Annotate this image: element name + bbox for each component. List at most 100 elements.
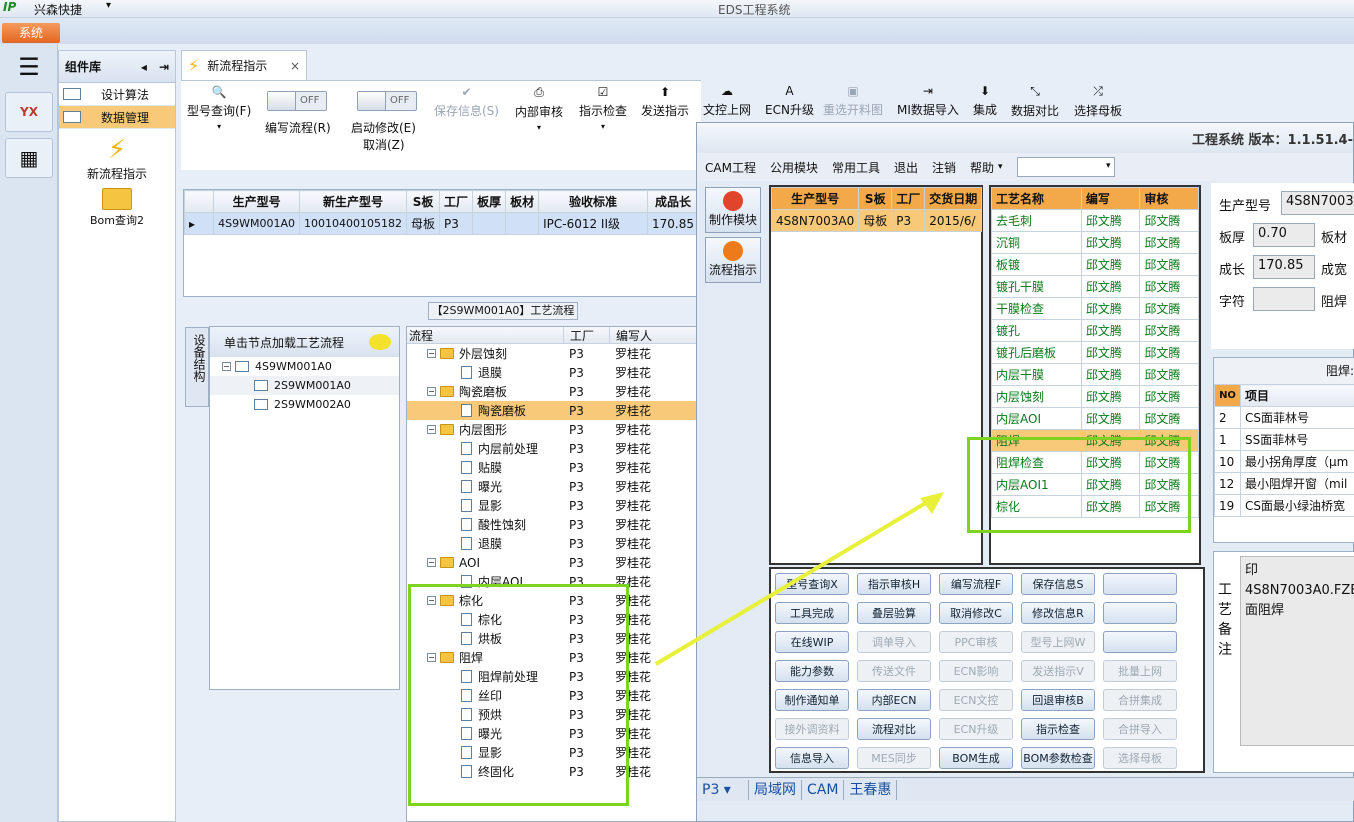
table-row[interactable]: 内层AOI 邱文腾 邱文腾: [991, 407, 1199, 430]
cell[interactable]: 邱文腾: [1139, 385, 1199, 408]
make-module-button[interactable]: 制作模块: [705, 187, 761, 233]
cell[interactable]: 沉铜: [991, 231, 1082, 254]
action-button[interactable]: 批量上网: [1103, 660, 1177, 682]
col-header[interactable]: 项目: [1240, 384, 1354, 407]
cell[interactable]: 10010400105182: [299, 212, 408, 235]
cell[interactable]: 邱文腾: [1080, 209, 1141, 232]
save-info-button[interactable]: ✔ 保存信息(S): [434, 85, 499, 119]
char-field[interactable]: [1253, 287, 1315, 311]
action-button[interactable]: ECN升级: [939, 718, 1013, 740]
col-header[interactable]: S板: [406, 190, 441, 213]
col-header[interactable]: 工厂: [439, 190, 474, 213]
collapse-left-icon[interactable]: ◂: [141, 60, 147, 74]
cell[interactable]: 邱文腾: [1139, 363, 1199, 386]
col-header[interactable]: 审核: [1139, 187, 1199, 210]
edit-flow-toggle[interactable]: OFF: [267, 91, 327, 111]
action-button[interactable]: 制作通知单: [775, 689, 849, 711]
flow-row[interactable]: − 内层图形 P3 罗桂花: [407, 420, 701, 439]
collapse-icon[interactable]: −: [222, 362, 231, 371]
cell[interactable]: 干膜检查: [991, 297, 1082, 320]
action-button[interactable]: [1103, 631, 1177, 653]
cell[interactable]: 邱文腾: [1080, 319, 1141, 342]
new-flow-shortcut[interactable]: ⚡ 新流程指示: [59, 135, 175, 182]
cell[interactable]: [472, 212, 507, 235]
cell[interactable]: 邱文腾: [1080, 407, 1141, 430]
table-row[interactable]: 内层蚀刻 邱文腾 邱文腾: [991, 385, 1199, 408]
cell[interactable]: 4S8N7003A0: [770, 209, 860, 232]
table-row[interactable]: 干膜检查 邱文腾 邱文腾: [991, 297, 1199, 320]
action-button[interactable]: ECN影响: [939, 660, 1013, 682]
table-row[interactable]: 2 CS面菲林号: [1214, 406, 1354, 429]
action-button[interactable]: 发送指示V: [1021, 660, 1095, 682]
design-algorithm-item[interactable]: 设计算法: [59, 83, 175, 106]
col-header[interactable]: 工厂: [891, 187, 926, 210]
action-button[interactable]: PPC审核: [939, 631, 1013, 653]
length-field[interactable]: 170.85: [1253, 255, 1315, 279]
cell[interactable]: 邱文腾: [1139, 231, 1199, 254]
data-compare-button[interactable]: ⤡ 数据对比: [1011, 84, 1059, 119]
table-row[interactable]: 内层干膜 邱文腾 邱文腾: [991, 363, 1199, 386]
data-management-item[interactable]: 数据管理: [59, 106, 175, 129]
col-header[interactable]: 验收标准: [538, 190, 648, 213]
table-row[interactable]: 19 CS面最小绿油桥宽: [1214, 494, 1354, 517]
cell[interactable]: 去毛刺: [991, 209, 1082, 232]
cell[interactable]: 邱文腾: [1139, 209, 1199, 232]
menu-public[interactable]: 公用模块: [770, 159, 818, 176]
remark-text[interactable]: 印 4S8N7003A0.FZB 面阻焊: [1240, 556, 1354, 746]
cell[interactable]: 4S9WM001A0: [213, 212, 301, 235]
action-button[interactable]: BOM参数检查: [1021, 747, 1095, 769]
col-header[interactable]: 生产型号: [213, 190, 301, 213]
flow-instruction-button[interactable]: 流程指示: [705, 237, 761, 283]
thickness-field[interactable]: 0.70: [1253, 223, 1315, 247]
cell[interactable]: 邱文腾: [1080, 253, 1141, 276]
chevron-down-icon[interactable]: ▾: [998, 162, 1003, 172]
internal-review-button[interactable]: ⎙ 内部审核 ▾: [515, 85, 563, 132]
pin-icon[interactable]: ⇥: [159, 60, 169, 74]
doc-upload-button[interactable]: ☁ 文控上网: [703, 84, 751, 118]
cell[interactable]: 170.85: [647, 212, 699, 235]
select-motherboard-button[interactable]: ⤮ 选择母板: [1074, 84, 1122, 119]
collapse-icon[interactable]: −: [427, 425, 436, 434]
action-button[interactable]: 型号上网W: [1021, 631, 1095, 653]
model-field[interactable]: 4S8N7003A: [1281, 191, 1354, 215]
flow-row[interactable]: − 外层蚀刻 P3 罗桂花: [407, 344, 701, 363]
col-header[interactable]: 工厂: [563, 327, 609, 343]
instruction-check-button[interactable]: ☑ 指示检查 ▾: [579, 85, 627, 131]
table-row[interactable]: 1 SS面菲林号: [1214, 428, 1354, 451]
table-row[interactable]: 镀孔后磨板 邱文腾 邱文腾: [991, 341, 1199, 364]
comment-icon[interactable]: [369, 334, 391, 350]
cell[interactable]: 镀孔: [991, 319, 1082, 342]
col-header[interactable]: 编写人: [609, 327, 689, 343]
cell[interactable]: 内层蚀刻: [991, 385, 1082, 408]
cell[interactable]: 内层AOI: [991, 407, 1082, 430]
action-button[interactable]: BOM生成: [939, 747, 1013, 769]
cell[interactable]: 母板: [406, 212, 441, 235]
flow-row[interactable]: 退膜 P3 罗桂花: [407, 363, 701, 382]
cell[interactable]: IPC-6012 II级: [538, 212, 648, 235]
menu-logout[interactable]: 注销: [932, 159, 956, 176]
table-row[interactable]: 10 最小拐角厚度（μm: [1214, 450, 1354, 473]
cell[interactable]: [505, 212, 540, 235]
model-query-button[interactable]: 🔍 型号查询(F) ▾: [187, 85, 251, 131]
cell[interactable]: 2015/6/: [924, 209, 983, 232]
col-header[interactable]: 生产型号: [770, 187, 860, 210]
mi-import-button[interactable]: ⇥ MI数据导入: [897, 84, 959, 118]
cell[interactable]: 邱文腾: [1080, 363, 1141, 386]
send-instruction-button[interactable]: ⬆ 发送指示: [641, 85, 689, 119]
cell[interactable]: 邱文腾: [1080, 297, 1141, 320]
bom-query-shortcut[interactable]: Bom查询2: [59, 188, 175, 228]
col-header[interactable]: 板材: [505, 190, 540, 213]
cell[interactable]: 内层干膜: [991, 363, 1082, 386]
cancel-label[interactable]: 取消(Z): [363, 136, 405, 153]
action-button[interactable]: 指示检查: [1021, 718, 1095, 740]
cell[interactable]: 邱文腾: [1139, 275, 1199, 298]
table-row[interactable]: 镀孔干膜 邱文腾 邱文腾: [991, 275, 1199, 298]
factory-select[interactable]: P3 ▾: [697, 779, 749, 800]
tree-child[interactable]: 2S9WM001A0: [210, 376, 399, 395]
flow-row[interactable]: − 陶瓷磨板 P3 罗桂花: [407, 382, 701, 401]
cell[interactable]: 邱文腾: [1139, 297, 1199, 320]
table-row[interactable]: 镀孔 邱文腾 邱文腾: [991, 319, 1199, 342]
table-row[interactable]: 12 最小阻焊开窗（mil: [1214, 472, 1354, 495]
action-button[interactable]: 修改信息R: [1021, 602, 1095, 624]
table-row[interactable]: 板镀 邱文腾 邱文腾: [991, 253, 1199, 276]
